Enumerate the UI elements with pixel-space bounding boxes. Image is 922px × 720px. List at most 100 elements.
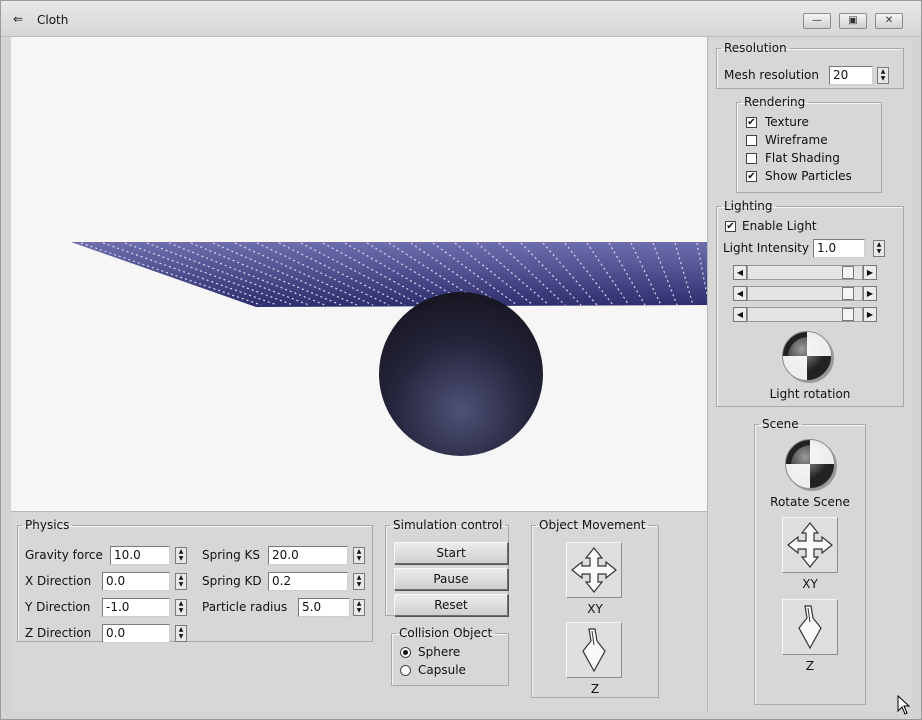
slider-1-left-button[interactable]: ◀ xyxy=(733,265,747,280)
rotate-scene-label: Rotate Scene xyxy=(770,495,850,509)
window-title: Cloth xyxy=(37,13,69,27)
simulation-control-legend: Simulation control xyxy=(393,518,503,532)
sphere-label: Sphere xyxy=(418,645,461,659)
gravity-force-label: Gravity force xyxy=(25,548,103,562)
scene-z-control[interactable] xyxy=(782,599,838,655)
bottom-panel: Physics Gravity force 10.0 ▲ ▼ X Directio… xyxy=(11,511,707,711)
maximize-button[interactable]: ▣ xyxy=(839,13,867,29)
spring-kd-label: Spring KD xyxy=(202,574,262,588)
particle-radius-label: Particle radius xyxy=(202,600,288,614)
pause-button[interactable]: Pause xyxy=(394,568,508,590)
y-direction-label: Y Direction xyxy=(25,600,91,614)
object-z-label: Z xyxy=(590,682,600,696)
scene-xy-label: XY xyxy=(802,577,818,591)
flat-shading-label: Flat Shading xyxy=(765,151,840,165)
texture-label: Texture xyxy=(765,115,809,129)
mouse-cursor-icon xyxy=(897,695,911,715)
mesh-resolution-input[interactable]: 20 xyxy=(829,66,873,85)
lighting-group: Lighting ✔ Enable Light Light Intensity … xyxy=(716,199,904,407)
capsule-label: Capsule xyxy=(418,663,466,677)
gravity-force-spinner[interactable]: ▲ ▼ xyxy=(175,547,187,564)
enable-light-label: Enable Light xyxy=(742,219,817,233)
resolution-legend: Resolution xyxy=(724,41,787,55)
minimize-button[interactable]: — xyxy=(803,13,831,29)
object-xy-control[interactable] xyxy=(566,542,622,598)
light-slider-1-thumb[interactable] xyxy=(842,266,854,279)
x-direction-input[interactable]: 0.0 xyxy=(102,572,170,591)
light-slider-1[interactable] xyxy=(747,265,863,280)
slider-2-left-button[interactable]: ◀ xyxy=(733,286,747,301)
object-xy-label: XY xyxy=(587,602,603,616)
flat-shading-checkbox[interactable] xyxy=(746,153,757,164)
spring-kd-input[interactable]: 0.2 xyxy=(268,572,348,591)
show-particles-checkbox[interactable]: ✔ xyxy=(746,171,757,182)
move-xy-icon xyxy=(571,547,617,593)
texture-checkbox[interactable]: ✔ xyxy=(746,117,757,128)
spring-ks-input[interactable]: 20.0 xyxy=(268,546,348,565)
spring-kd-spinner[interactable]: ▲ ▼ xyxy=(353,573,365,590)
light-slider-3-thumb[interactable] xyxy=(842,308,854,321)
move-xy-icon xyxy=(787,522,833,568)
gravity-force-input[interactable]: 10.0 xyxy=(110,546,170,565)
simulation-control-group: Simulation control Start Pause Reset xyxy=(385,518,509,616)
render-viewport[interactable] xyxy=(11,37,726,511)
rendering-legend: Rendering xyxy=(744,95,806,109)
mesh-resolution-spinner[interactable]: ▲ ▼ xyxy=(877,67,889,84)
object-movement-legend: Object Movement xyxy=(539,518,646,532)
enable-light-checkbox[interactable]: ✔ xyxy=(725,221,736,232)
show-particles-label: Show Particles xyxy=(765,169,852,183)
lighting-legend: Lighting xyxy=(724,199,773,213)
physics-group: Physics Gravity force 10.0 ▲ ▼ X Directio… xyxy=(17,518,373,643)
start-button[interactable]: Start xyxy=(394,542,508,564)
light-rotation-icon[interactable] xyxy=(782,331,832,381)
light-slider-2-thumb[interactable] xyxy=(842,287,854,300)
y-direction-spinner[interactable]: ▲ ▼ xyxy=(175,599,187,616)
slider-3-left-button[interactable]: ◀ xyxy=(733,307,747,322)
rotate-scene-icon[interactable] xyxy=(785,439,835,489)
slider-2-right-button[interactable]: ▶ xyxy=(863,286,877,301)
object-z-control[interactable] xyxy=(566,622,622,678)
z-direction-label: Z Direction xyxy=(25,626,92,640)
slider-3-right-button[interactable]: ▶ xyxy=(863,307,877,322)
particle-radius-spinner[interactable]: ▲ ▼ xyxy=(353,599,365,616)
move-z-icon xyxy=(582,628,606,673)
close-icon: ✕ xyxy=(884,15,894,26)
z-direction-input[interactable]: 0.0 xyxy=(102,624,170,643)
spring-ks-spinner[interactable]: ▲ ▼ xyxy=(353,547,365,564)
cloth-mesh xyxy=(71,242,707,307)
physics-legend: Physics xyxy=(25,518,70,532)
collision-sphere xyxy=(379,292,543,456)
sphere-radio[interactable] xyxy=(400,647,411,658)
minimize-icon: — xyxy=(812,15,822,26)
y-direction-input[interactable]: -1.0 xyxy=(102,598,170,617)
light-slider-2[interactable] xyxy=(747,286,863,301)
spring-ks-label: Spring KS xyxy=(202,548,261,562)
light-rotation-label: Light rotation xyxy=(769,387,851,401)
x-direction-label: X Direction xyxy=(25,574,92,588)
scene-group: Scene Rotate Scene XY Z xyxy=(754,417,866,705)
light-intensity-spinner[interactable]: ▲ ▼ xyxy=(873,240,885,257)
resolution-group: Resolution Mesh resolution 20 ▲ ▼ xyxy=(716,41,904,89)
object-movement-group: Object Movement XY Z xyxy=(531,518,659,698)
right-panel: Resolution Mesh resolution 20 ▲ ▼ Renderi… xyxy=(707,37,911,711)
collision-object-legend: Collision Object xyxy=(399,626,493,640)
wireframe-checkbox[interactable] xyxy=(746,135,757,146)
light-slider-3[interactable] xyxy=(747,307,863,322)
move-z-icon xyxy=(798,605,822,650)
scene-xy-control[interactable] xyxy=(782,517,838,573)
x-direction-spinner[interactable]: ▲ ▼ xyxy=(175,573,187,590)
scene-z-label: Z xyxy=(805,659,815,673)
particle-radius-input[interactable]: 5.0 xyxy=(298,598,350,617)
maximize-icon: ▣ xyxy=(848,15,858,26)
slider-1-right-button[interactable]: ▶ xyxy=(863,265,877,280)
close-button[interactable]: ✕ xyxy=(875,13,903,29)
title-bar[interactable]: ⇐ Cloth — ▣ ✕ xyxy=(1,1,921,37)
reset-button[interactable]: Reset xyxy=(394,594,508,616)
rendering-group: Rendering ✔ Texture Wireframe Flat Shadi… xyxy=(736,95,882,193)
cloth-scene xyxy=(71,242,726,456)
light-intensity-input[interactable]: 1.0 xyxy=(813,239,865,258)
z-direction-spinner[interactable]: ▲ ▼ xyxy=(175,625,187,642)
collision-object-group: Collision Object Sphere Capsule xyxy=(391,626,509,686)
back-arrow-icon[interactable]: ⇐ xyxy=(13,12,23,26)
capsule-radio[interactable] xyxy=(400,665,411,676)
